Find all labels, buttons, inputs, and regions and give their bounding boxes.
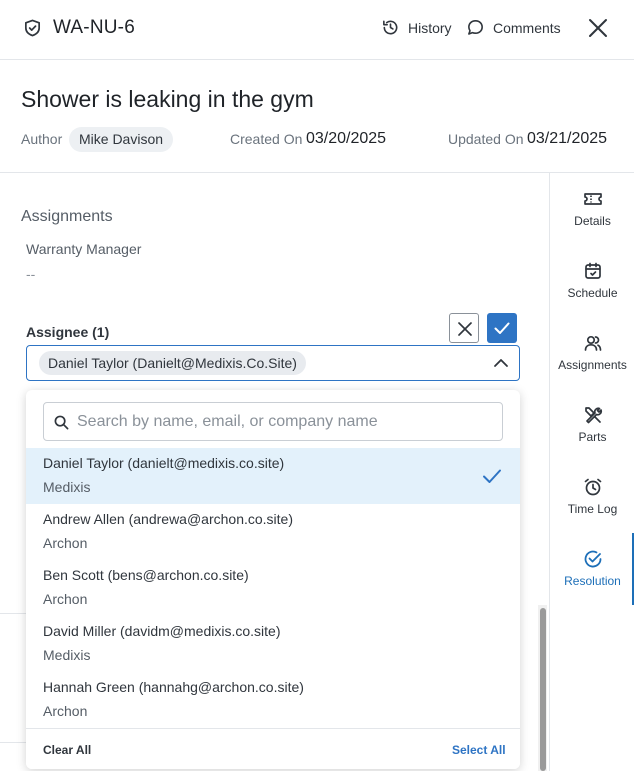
rail-label-time-log: Time Log — [567, 502, 618, 516]
option-name: David Miller (davidm@medixis.co.site) — [43, 623, 281, 639]
tools-icon — [584, 407, 602, 424]
option-daniel-taylor[interactable]: Daniel Taylor (danielt@medixis.co.site) … — [26, 448, 520, 504]
cancel-edit-button[interactable] — [449, 313, 479, 343]
alarm-clock-icon — [584, 478, 601, 496]
checkmark-icon — [483, 469, 501, 483]
option-company: Archon — [43, 703, 88, 719]
history-icon — [383, 20, 398, 35]
chevron-up-icon[interactable] — [493, 355, 509, 371]
option-name: Daniel Taylor (danielt@medixis.co.site) — [43, 455, 285, 471]
assignee-dropdown: Daniel Taylor (danielt@medixis.co.site) … — [26, 390, 520, 769]
rail-item-time-log[interactable]: Time Log — [550, 477, 634, 516]
search-field[interactable] — [43, 402, 503, 441]
background-divider — [0, 742, 26, 743]
history-label: History — [408, 19, 452, 36]
option-company: Medixis — [43, 479, 91, 495]
search-icon — [54, 415, 69, 430]
assignee-select[interactable]: Daniel Taylor (Danielt@Medixis.Co.Site) — [26, 345, 520, 381]
shield-check-icon — [24, 19, 41, 37]
created-label: Created On — [230, 131, 303, 147]
updated-label: Updated On — [448, 131, 524, 147]
option-name: Andrew Allen (andrewa@archon.co.site) — [43, 511, 294, 527]
rail-label-details: Details — [574, 214, 611, 228]
option-name: Hannah Green (hannahg@archon.co.site) — [43, 679, 304, 695]
users-icon — [584, 335, 601, 351]
option-ben-scott[interactable]: Ben Scott (bens@archon.co.site) Archon — [26, 560, 520, 616]
rail-label-resolution: Resolution — [564, 574, 621, 588]
author-label: Author — [21, 131, 63, 147]
option-company: Archon — [43, 591, 88, 607]
ticket-id: WA-NU-6 — [53, 17, 135, 38]
option-company: Archon — [43, 535, 88, 551]
panel-header: WA-NU-6 History Comments — [0, 0, 634, 60]
check-badge-icon — [584, 550, 601, 568]
rail-item-resolution[interactable]: Resolution — [550, 549, 634, 588]
option-hannah-green[interactable]: Hannah Green (hannahg@archon.co.site) Ar… — [26, 672, 520, 728]
warranty-manager-label: Warranty Manager — [26, 241, 142, 257]
close-icon[interactable] — [587, 17, 609, 39]
option-david-miller[interactable]: David Miller (davidm@medixis.co.site) Me… — [26, 616, 520, 672]
rail-label-schedule: Schedule — [567, 286, 618, 300]
clear-all-button[interactable]: Clear All — [43, 743, 91, 757]
selected-assignee-chip[interactable]: Daniel Taylor (Danielt@Medixis.Co.Site) — [39, 351, 306, 375]
rail-label-parts: Parts — [578, 430, 607, 444]
assignments-section-title: Assignments — [21, 208, 113, 225]
ticket-title: Shower is leaking in the gym — [21, 86, 314, 112]
calendar-icon — [584, 262, 601, 279]
header-divider — [0, 172, 634, 173]
rail-item-assignments[interactable]: Assignments — [550, 333, 634, 372]
created-date: 03/20/2025 — [306, 130, 387, 147]
rail-item-schedule[interactable]: Schedule — [550, 261, 634, 300]
background-divider — [0, 613, 26, 614]
author-chip: Mike Davison — [69, 127, 174, 152]
ticket-icon — [583, 193, 602, 205]
search-input[interactable] — [77, 403, 497, 440]
warranty-manager-value: -- — [26, 266, 36, 282]
assignee-label: Assignee (1) — [26, 324, 110, 340]
section-nav-rail: Details Schedule Assignments Parts Time … — [549, 173, 634, 771]
history-button[interactable]: History — [381, 18, 452, 37]
comments-button[interactable]: Comments — [466, 18, 561, 37]
option-company: Medixis — [43, 647, 91, 663]
rail-item-parts[interactable]: Parts — [550, 405, 634, 444]
rail-label-assignments: Assignments — [558, 358, 627, 372]
option-andrew-allen[interactable]: Andrew Allen (andrewa@archon.co.site) Ar… — [26, 504, 520, 560]
confirm-edit-button[interactable] — [487, 313, 517, 343]
checkmark-icon — [494, 322, 510, 334]
updated-date: 03/21/2025 — [527, 130, 608, 147]
comment-bubble-icon — [468, 20, 483, 35]
close-icon — [458, 322, 472, 336]
option-name: Ben Scott (bens@archon.co.site) — [43, 567, 249, 583]
scrollbar-thumb[interactable] — [540, 608, 546, 771]
rail-item-details[interactable]: Details — [550, 189, 634, 228]
select-all-button[interactable]: Select All — [452, 743, 506, 757]
comments-label: Comments — [493, 19, 561, 36]
dropdown-footer: Clear All Select All — [26, 728, 520, 769]
